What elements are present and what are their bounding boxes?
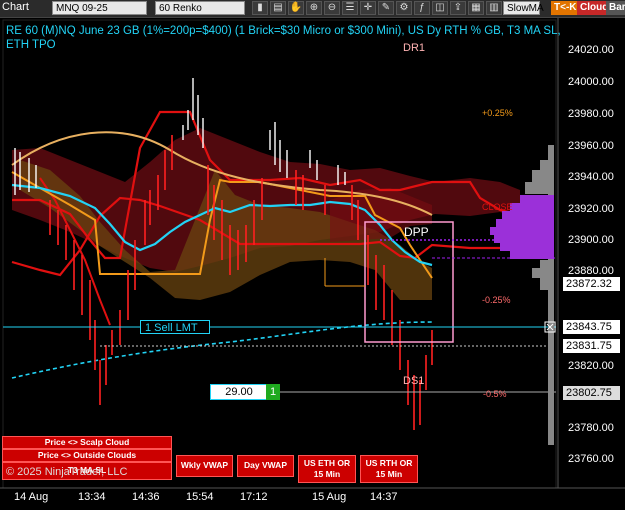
level-price-marker: 23831.75	[563, 339, 620, 353]
chart-title: Chart	[2, 1, 29, 13]
bar-button[interactable]: Bar	[606, 1, 625, 15]
time-axis-tick: 15:54	[186, 491, 214, 503]
window-link-icon[interactable]: ▦	[468, 1, 484, 15]
time-axis-tick: 14:36	[132, 491, 160, 503]
low-price-marker: 23802.75	[563, 386, 620, 400]
chart-toolbar: Chart MNQ 09-25 60 Renko ▮ ▤ ✋ ⊕ ⊖ ☰ ✛ ✎…	[0, 0, 625, 18]
copyright-text: © 2025 NinjaTrader, LLC	[6, 466, 128, 478]
crosshair-icon[interactable]: ✛	[360, 1, 376, 15]
time-axis-tick: 14 Aug	[14, 491, 49, 503]
minus-025-label: -0.25%	[482, 295, 511, 305]
order-quantity-badge[interactable]: 1	[266, 384, 280, 400]
dr1-label: DR1	[403, 42, 426, 54]
screenshot-icon[interactable]: ◫	[432, 1, 448, 15]
strategy-icon[interactable]: ⚙	[396, 1, 412, 15]
zoom-in-icon[interactable]: ⊕	[306, 1, 322, 15]
minus-05-label: -0.5%	[483, 389, 507, 399]
time-axis-tick: 17:12	[240, 491, 268, 503]
price-axis-tick: 23980.00	[568, 108, 614, 120]
time-axis-tick: 14:37	[370, 491, 398, 503]
ds1-label: DS1	[403, 375, 425, 387]
us-rth-or-button[interactable]: US RTH OR 15 Min	[360, 455, 418, 483]
price-axis-tick: 24020.00	[568, 44, 614, 56]
share-icon[interactable]: ⇪	[450, 1, 466, 15]
sell-limit-price-marker: 23843.75	[563, 320, 620, 334]
chart-info-text: RE 60 (M)NQ June 23 GB (1%=200p=$400) (1…	[6, 25, 561, 51]
instrument-link-icon[interactable]: ▥	[486, 1, 502, 15]
slow-ma-select[interactable]: SlowMA	[503, 1, 544, 15]
bar-chart-icon[interactable]: ▮	[252, 1, 268, 15]
time-axis-tick: 13:34	[78, 491, 106, 503]
tk-button[interactable]: T<-K	[551, 1, 580, 15]
outside-clouds-button[interactable]: Price <> Outside Clouds	[2, 449, 172, 462]
dpp-label: DPP	[404, 225, 429, 239]
plus-025-label: +0.25%	[482, 108, 513, 118]
close-label: CLOSE	[482, 202, 513, 212]
last-price-marker: 23872.32	[563, 277, 620, 291]
price-axis-tick: 23760.00	[568, 453, 614, 465]
time-axis-tick: 15 Aug	[312, 491, 347, 503]
price-axis-tick: 24000.00	[568, 76, 614, 88]
price-axis-tick: 23780.00	[568, 422, 614, 434]
price-axis-tick: 23880.00	[568, 265, 614, 277]
scalp-cloud-button[interactable]: Price <> Scalp Cloud	[2, 436, 172, 449]
properties-icon[interactable]: ☰	[342, 1, 358, 15]
price-axis-tick: 23940.00	[568, 171, 614, 183]
price-axis-tick: 23820.00	[568, 360, 614, 372]
us-eth-or-button[interactable]: US ETH OR 15 Min	[298, 455, 356, 483]
price-axis-tick: 23900.00	[568, 234, 614, 246]
instrument-select[interactable]: MNQ 09-25	[52, 1, 147, 15]
sell-limit-order-label[interactable]: 1 Sell LMT	[140, 320, 210, 334]
indicators-icon[interactable]: ƒ	[414, 1, 430, 15]
zoom-out-icon[interactable]: ⊖	[324, 1, 340, 15]
weekly-vwap-button[interactable]: Wkly VWAP	[176, 455, 233, 477]
price-axis-tick: 23920.00	[568, 203, 614, 215]
day-vwap-button[interactable]: Day VWAP	[237, 455, 294, 477]
hand-icon[interactable]: ✋	[288, 1, 304, 15]
price-axis-tick: 23960.00	[568, 140, 614, 152]
order-price-field[interactable]: 29.00	[210, 384, 268, 400]
data-box-icon[interactable]: ▤	[270, 1, 286, 15]
pencil-icon[interactable]: ✎	[378, 1, 394, 15]
bar-type-select[interactable]: 60 Renko	[155, 1, 245, 15]
